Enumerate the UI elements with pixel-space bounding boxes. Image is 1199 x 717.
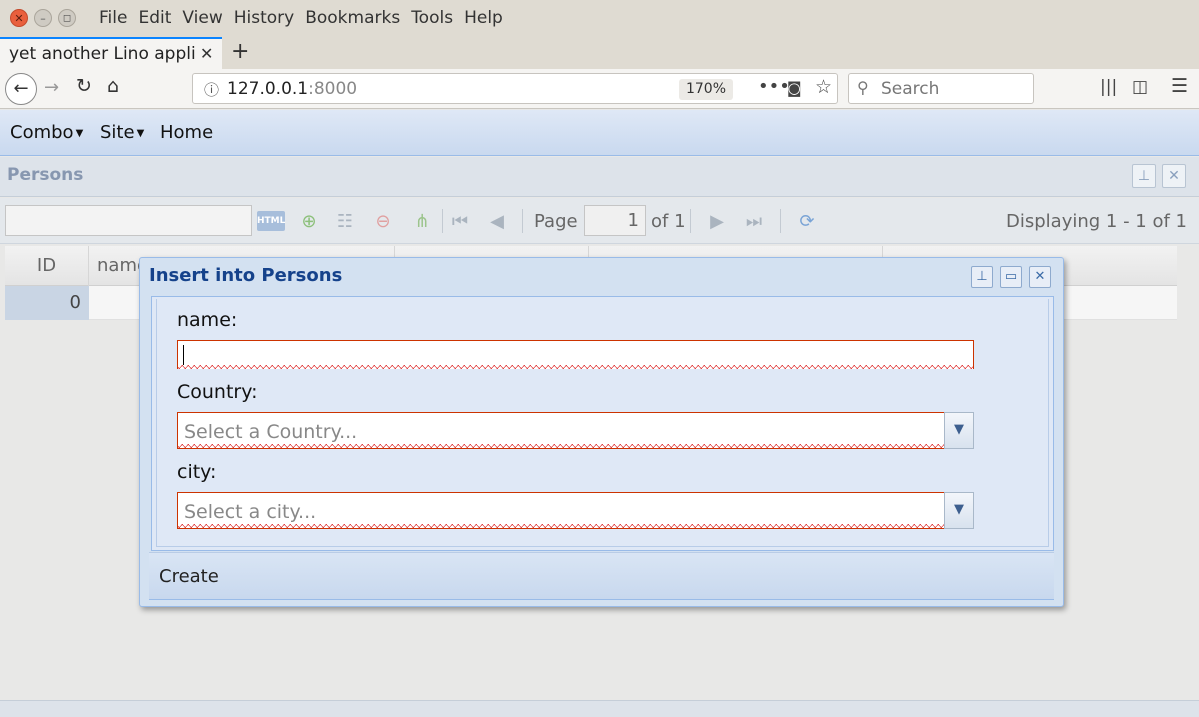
site-menu[interactable]: Site ▼ bbox=[100, 122, 144, 143]
url-port: :8000 bbox=[308, 79, 358, 99]
hamburger-menu-icon[interactable]: ☰ bbox=[1171, 75, 1188, 97]
menu-edit[interactable]: Edit bbox=[138, 8, 171, 28]
pocket-icon[interactable]: ◙ bbox=[787, 79, 802, 97]
city-combobox[interactable]: Select a city... ▼ bbox=[177, 492, 974, 529]
chevron-down-icon: ▼ bbox=[75, 127, 84, 139]
browser-tab[interactable]: yet another Lino applic ✕ bbox=[0, 37, 222, 69]
chevron-down-icon: ▼ bbox=[136, 127, 145, 139]
invalid-underline bbox=[178, 365, 973, 369]
maximize-icon[interactable]: ▭ bbox=[1000, 266, 1022, 288]
app-menubar: Combo ▼ Site ▼ Home bbox=[0, 110, 1199, 156]
menu-help[interactable]: Help bbox=[464, 8, 503, 28]
new-tab-button[interactable]: + bbox=[231, 39, 249, 64]
zoom-level-badge[interactable]: 170% bbox=[679, 79, 733, 100]
navigation-toolbar: ← → ↻ ⌂ ⓘ 127.0.0.1:8000 170% ••• ◙ ☆ ⚲ … bbox=[0, 69, 1199, 109]
window-minimize-button[interactable]: – bbox=[34, 9, 52, 27]
page-label: Page bbox=[534, 211, 578, 232]
close-icon[interactable]: ✕ bbox=[1029, 266, 1051, 288]
window-maximize-button[interactable]: ◻ bbox=[58, 9, 76, 27]
chevron-down-icon[interactable]: ▼ bbox=[944, 492, 974, 529]
menu-bookmarks[interactable]: Bookmarks bbox=[305, 8, 400, 28]
tab-close-icon[interactable]: ✕ bbox=[200, 44, 213, 63]
tab-title: yet another Lino applic bbox=[9, 44, 195, 64]
toolbar-separator bbox=[690, 209, 691, 233]
url-text: 127.0.0.1:8000 bbox=[227, 79, 357, 99]
menu-file[interactable]: File bbox=[99, 8, 127, 28]
quick-search-input[interactable] bbox=[5, 205, 252, 236]
library-icon[interactable]: ||| bbox=[1100, 77, 1117, 97]
panel-bottom-bar bbox=[0, 700, 1199, 717]
name-label: name: bbox=[177, 309, 238, 331]
row-id-cell[interactable]: 0 bbox=[5, 286, 89, 320]
sidebar-icon[interactable]: ◫ bbox=[1132, 77, 1148, 97]
previous-page-icon[interactable]: ◀ bbox=[484, 209, 510, 235]
invalid-underline bbox=[178, 444, 944, 448]
country-input[interactable]: Select a Country... bbox=[177, 412, 945, 449]
home-button[interactable]: ⌂ bbox=[107, 75, 119, 97]
persons-panel-header: Persons ⊥ ✕ bbox=[0, 157, 1199, 197]
menu-tools[interactable]: Tools bbox=[411, 8, 453, 28]
reload-button[interactable]: ↻ bbox=[76, 75, 92, 97]
tab-strip: yet another Lino applic ✕ bbox=[0, 36, 1199, 69]
panel-title: Persons bbox=[7, 165, 84, 185]
first-page-icon[interactable]: ⏮ bbox=[447, 209, 473, 235]
search-input[interactable]: ⚲ Search bbox=[848, 73, 1034, 104]
dialog-title: Insert into Persons bbox=[149, 265, 343, 286]
window-titlebar: ✕ – ◻ File Edit View History Bookmarks T… bbox=[0, 0, 1199, 36]
toolbar-separator bbox=[780, 209, 781, 233]
site-menu-label: Site bbox=[100, 122, 135, 143]
city-input[interactable]: Select a city... bbox=[177, 492, 945, 529]
window-close-button[interactable]: ✕ bbox=[10, 9, 28, 27]
info-icon[interactable]: ⓘ bbox=[204, 79, 219, 100]
text-cursor bbox=[183, 345, 184, 365]
toolbar-separator bbox=[442, 209, 443, 233]
html-view-icon[interactable]: HTML bbox=[257, 211, 285, 231]
name-field[interactable] bbox=[177, 340, 974, 369]
insert-dialog: Insert into Persons ⊥ ▭ ✕ name: Country:… bbox=[139, 257, 1064, 607]
invalid-underline bbox=[178, 524, 944, 528]
city-label: city: bbox=[177, 461, 217, 483]
detail-icon[interactable]: ☷ bbox=[332, 209, 358, 235]
merge-icon[interactable]: ⋔ bbox=[409, 209, 435, 235]
combo-menu-label: Combo bbox=[10, 122, 74, 143]
bookmark-star-icon[interactable]: ☆ bbox=[815, 76, 832, 98]
close-icon[interactable]: ✕ bbox=[1162, 164, 1186, 188]
forward-button[interactable]: → bbox=[44, 77, 59, 98]
country-placeholder: Select a Country... bbox=[184, 421, 358, 443]
create-button[interactable]: Create bbox=[159, 566, 219, 587]
country-combobox[interactable]: Select a Country... ▼ bbox=[177, 412, 974, 449]
menu-history[interactable]: History bbox=[234, 8, 294, 28]
dialog-footer: Create bbox=[149, 552, 1054, 600]
url-bar[interactable]: ⓘ 127.0.0.1:8000 170% ••• ◙ ☆ bbox=[192, 73, 838, 104]
chevron-down-icon[interactable]: ▼ bbox=[944, 412, 974, 449]
pin-icon[interactable]: ⊥ bbox=[1132, 164, 1156, 188]
city-placeholder: Select a city... bbox=[184, 501, 317, 523]
page-actions-icon[interactable]: ••• bbox=[758, 76, 790, 97]
add-icon[interactable]: ⊕ bbox=[296, 209, 322, 235]
country-label: Country: bbox=[177, 381, 258, 403]
column-header-id[interactable]: ID bbox=[5, 246, 89, 286]
search-placeholder: Search bbox=[881, 79, 940, 99]
home-menu[interactable]: Home bbox=[160, 122, 213, 143]
search-icon: ⚲ bbox=[857, 78, 869, 97]
form-panel: name: Country: Select a Country... ▼ cit… bbox=[156, 299, 1049, 547]
back-button[interactable]: ← bbox=[5, 73, 37, 105]
pin-icon[interactable]: ⊥ bbox=[971, 266, 993, 288]
displaying-count: Displaying 1 - 1 of 1 bbox=[1006, 211, 1187, 232]
grid-toolbar: HTML ⊕ ☷ ⊖ ⋔ ⏮ ◀ Page 1 of 1 ▶ ⏭ ⟳ Displ… bbox=[0, 198, 1199, 244]
combo-menu[interactable]: Combo ▼ bbox=[10, 122, 83, 143]
menu-view[interactable]: View bbox=[182, 8, 222, 28]
url-host: 127.0.0.1 bbox=[227, 79, 309, 99]
delete-icon[interactable]: ⊖ bbox=[370, 209, 396, 235]
next-page-icon[interactable]: ▶ bbox=[704, 209, 730, 235]
refresh-icon[interactable]: ⟳ bbox=[794, 209, 820, 235]
last-page-icon[interactable]: ⏭ bbox=[741, 209, 767, 235]
toolbar-separator bbox=[522, 209, 523, 233]
page-number-input[interactable]: 1 bbox=[584, 205, 646, 236]
dialog-body: name: Country: Select a Country... ▼ cit… bbox=[151, 296, 1054, 551]
browser-menubar: File Edit View History Bookmarks Tools H… bbox=[99, 8, 514, 28]
page-count: of 1 bbox=[651, 211, 686, 232]
